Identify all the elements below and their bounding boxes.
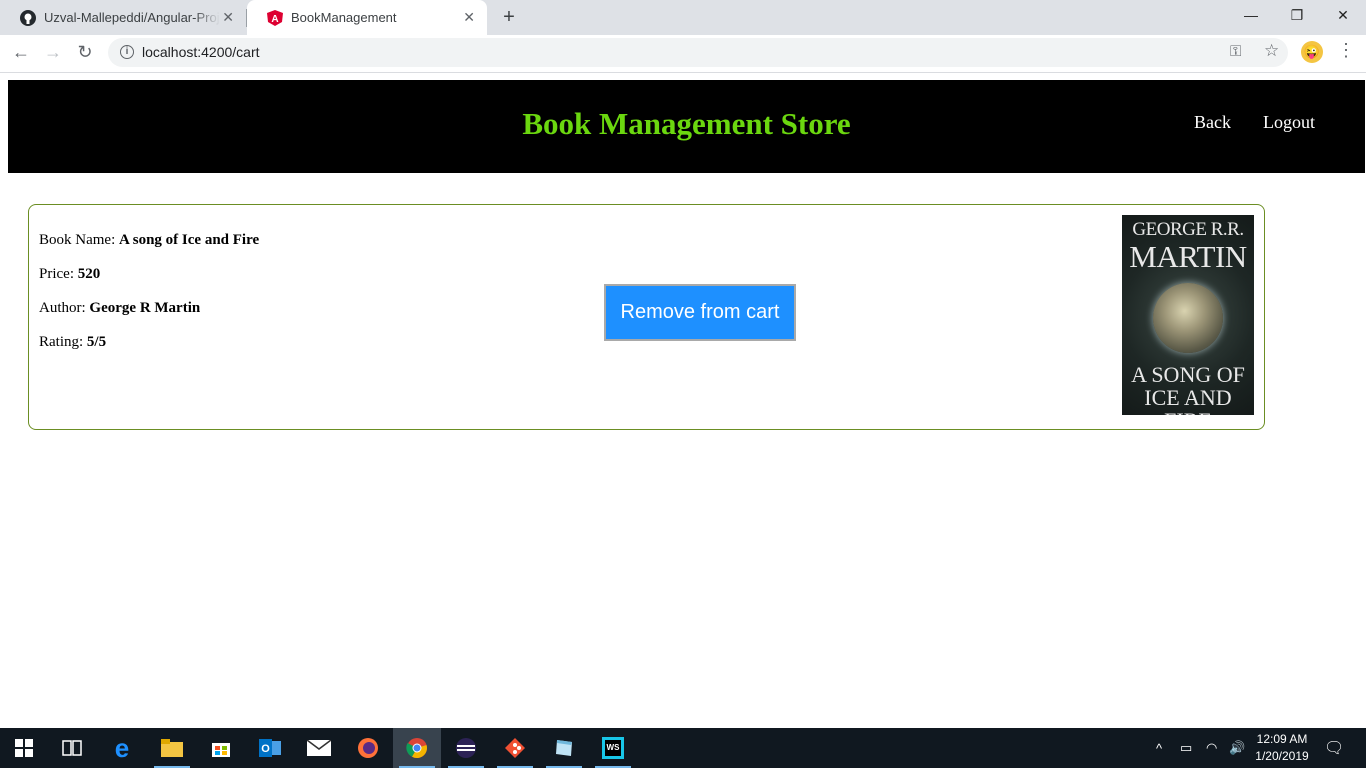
book-name-value: A song of Ice and Fire [119, 232, 260, 248]
tab-bookmanagement[interactable]: A BookManagement ✕ [247, 0, 487, 35]
site-header: Book Management Store Back Logout [8, 80, 1365, 173]
chrome-icon[interactable] [393, 728, 441, 768]
menu-kebab-icon[interactable]: ⋮ [1337, 40, 1355, 61]
outlook-icon[interactable]: O [246, 728, 294, 768]
author-label: Author: [39, 300, 90, 316]
eclipse-icon[interactable] [442, 728, 490, 768]
author-field: Author: George R Martin [39, 300, 200, 317]
rating-field: Rating: 5/5 [39, 334, 106, 351]
minimize-icon[interactable]: — [1228, 0, 1274, 30]
svg-text:O: O [261, 743, 270, 755]
clock-time: 12:09 AM [1256, 732, 1308, 746]
profile-avatar[interactable]: 😜 [1301, 41, 1323, 63]
windows-start-icon[interactable] [0, 728, 48, 768]
tab-title: Uzval-Mallepeddi/Angular-Project [44, 10, 220, 25]
back-arrow-icon[interactable]: ← [8, 40, 34, 64]
github-icon [20, 9, 36, 26]
address-bar[interactable]: i localhost:4200/cart ⚿ ☆ [108, 38, 1288, 67]
cover-title-line1: A SONG OF [1131, 362, 1245, 387]
task-view-icon[interactable] [48, 728, 96, 768]
tab-github[interactable]: Uzval-Mallepeddi/Angular-Project ✕ [0, 0, 246, 35]
back-link[interactable]: Back [1194, 112, 1231, 133]
price-label: Price: [39, 266, 78, 282]
store-icon[interactable] [197, 728, 245, 768]
new-tab-icon[interactable]: + [498, 6, 520, 29]
angular-icon: A [267, 9, 283, 26]
svg-text:WS: WS [607, 743, 621, 752]
browser-toolbar: ← → ↻ i localhost:4200/cart ⚿ ☆ 😜 ⋮ [0, 35, 1366, 70]
rating-label: Rating: [39, 334, 87, 350]
close-window-icon[interactable]: ✕ [1320, 0, 1366, 30]
book-name-label: Book Name: [39, 232, 119, 248]
rating-value: 5/5 [86, 334, 107, 350]
browser-tabstrip: Uzval-Mallepeddi/Angular-Project ✕ A Boo… [0, 0, 1366, 35]
svg-text:A: A [271, 14, 278, 25]
cover-title: A SONG OF ICE AND FIRE [1122, 363, 1254, 415]
cover-title-line2: ICE AND FIRE [1144, 385, 1232, 415]
cover-author-line1: GEORGE R.R. [1132, 219, 1244, 240]
logout-link[interactable]: Logout [1263, 112, 1315, 133]
cover-author: GEORGE R.R. MARTIN [1122, 219, 1254, 273]
git-icon[interactable] [491, 728, 539, 768]
clock-date: 1/20/2019 [1255, 749, 1309, 763]
battery-icon[interactable]: ▭ [1180, 728, 1192, 768]
close-icon[interactable]: ✕ [463, 9, 475, 25]
volume-icon[interactable]: 🔊 [1229, 728, 1245, 768]
show-hidden-icons-icon[interactable]: ^ [1156, 728, 1162, 768]
windows-taskbar: e O WS ^ ▭ ◠ 🔊 12:09 AM 1/20/2019 🗨 [0, 728, 1366, 768]
page-title: Book Management Store [522, 106, 851, 141]
file-explorer-icon[interactable] [148, 728, 196, 768]
tab-title: BookManagement [291, 10, 397, 25]
mail-icon[interactable] [295, 728, 343, 768]
author-value: George R Martin [89, 300, 201, 316]
close-icon[interactable]: ✕ [222, 9, 234, 25]
divider [0, 72, 1366, 73]
url-text[interactable]: localhost:4200/cart [142, 44, 260, 60]
price-field: Price: 520 [39, 266, 100, 283]
wifi-icon[interactable]: ◠ [1206, 728, 1217, 768]
remove-from-cart-button[interactable]: Remove from cart [604, 284, 796, 341]
system-clock[interactable]: 12:09 AM 1/20/2019 [1250, 731, 1314, 765]
webstorm-icon[interactable]: WS [589, 728, 637, 768]
star-icon[interactable]: ☆ [1264, 41, 1279, 61]
cart-item-card: Book Name: A song of Ice and Fire Price:… [28, 204, 1265, 430]
notepad-icon[interactable] [540, 728, 588, 768]
book-cover-image: GEORGE R.R. MARTIN A SONG OF ICE AND FIR… [1122, 215, 1254, 415]
cover-author-line2: MARTIN [1129, 239, 1247, 274]
reload-icon[interactable]: ↻ [72, 40, 98, 64]
dragon-seal-icon [1153, 283, 1223, 353]
notifications-icon[interactable]: 🗨 [1324, 728, 1344, 768]
edge-icon[interactable]: e [98, 728, 146, 768]
firefox-icon[interactable] [344, 728, 392, 768]
key-icon[interactable]: ⚿ [1230, 43, 1241, 60]
book-name-field: Book Name: A song of Ice and Fire [39, 232, 259, 249]
restore-icon[interactable]: ❐ [1274, 0, 1320, 30]
price-value: 520 [77, 266, 101, 282]
forward-arrow-icon[interactable]: → [40, 40, 66, 64]
info-icon[interactable]: i [120, 45, 134, 59]
